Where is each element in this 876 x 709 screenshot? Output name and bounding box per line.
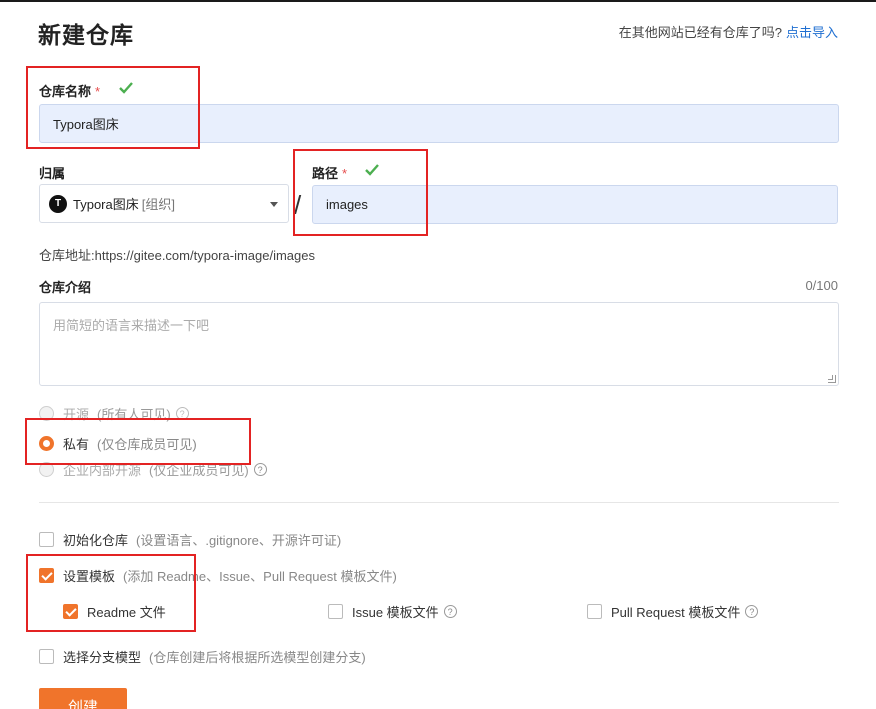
help-icon[interactable]: ? (745, 605, 759, 618)
annotation-box (293, 149, 428, 236)
section-divider (39, 502, 839, 503)
template-issue[interactable]: Issue 模板文件 ? (328, 602, 457, 621)
annotation-box (25, 418, 251, 465)
template-issue-label: Issue 模板文件 (352, 605, 439, 620)
resize-handle-icon[interactable] (828, 375, 836, 383)
description-placeholder: 用简短的语言来描述一下吧 (53, 318, 210, 333)
init-repo-option[interactable]: 初始化仓库 (设置语言、.gitignore、开源许可证) (39, 530, 341, 549)
top-border (0, 0, 876, 2)
checkbox[interactable] (587, 604, 602, 619)
branch-model-label: 选择分支模型 (63, 650, 142, 665)
description-textarea[interactable]: 用简短的语言来描述一下吧 (39, 302, 839, 386)
init-repo-label: 初始化仓库 (63, 533, 129, 548)
owner-tag: [组织] (141, 197, 175, 212)
create-button[interactable]: 创建 (39, 688, 127, 709)
char-counter: 0/100 (805, 278, 838, 293)
help-icon[interactable]: ? (253, 463, 267, 476)
import-hint: 在其他网站已经有仓库了吗? 点击导入 (619, 22, 838, 41)
template-pull-request[interactable]: Pull Request 模板文件 ? (587, 602, 759, 621)
template-pr-label: Pull Request 模板文件 (611, 605, 741, 620)
owner-label: 归属 (39, 166, 66, 181)
checkbox[interactable] (328, 604, 343, 619)
owner-value: Typora图床 (73, 197, 139, 212)
help-icon[interactable]: ? (443, 605, 457, 618)
description-label: 仓库介绍 (39, 280, 92, 295)
import-link[interactable]: 点击导入 (786, 25, 838, 40)
import-question: 在其他网站已经有仓库了吗? (618, 25, 782, 40)
chevron-down-icon (270, 202, 278, 207)
annotation-box (26, 66, 200, 149)
init-repo-hint: (设置语言、.gitignore、开源许可证) (136, 533, 342, 548)
repo-address: 仓库地址:https://gitee.com/typora-image/imag… (39, 248, 315, 263)
checkbox[interactable] (39, 532, 54, 547)
page-title: 新建仓库 (38, 22, 134, 48)
branch-model-hint: (仓库创建后将根据所选模型创建分支) (149, 650, 366, 665)
org-avatar: T (49, 194, 67, 213)
owner-select[interactable]: T Typora图床 [组织] (39, 184, 289, 223)
checkbox[interactable] (39, 649, 54, 664)
annotation-box (26, 554, 196, 632)
branch-model-option[interactable]: 选择分支模型 (仓库创建后将根据所选模型创建分支) (39, 647, 366, 666)
